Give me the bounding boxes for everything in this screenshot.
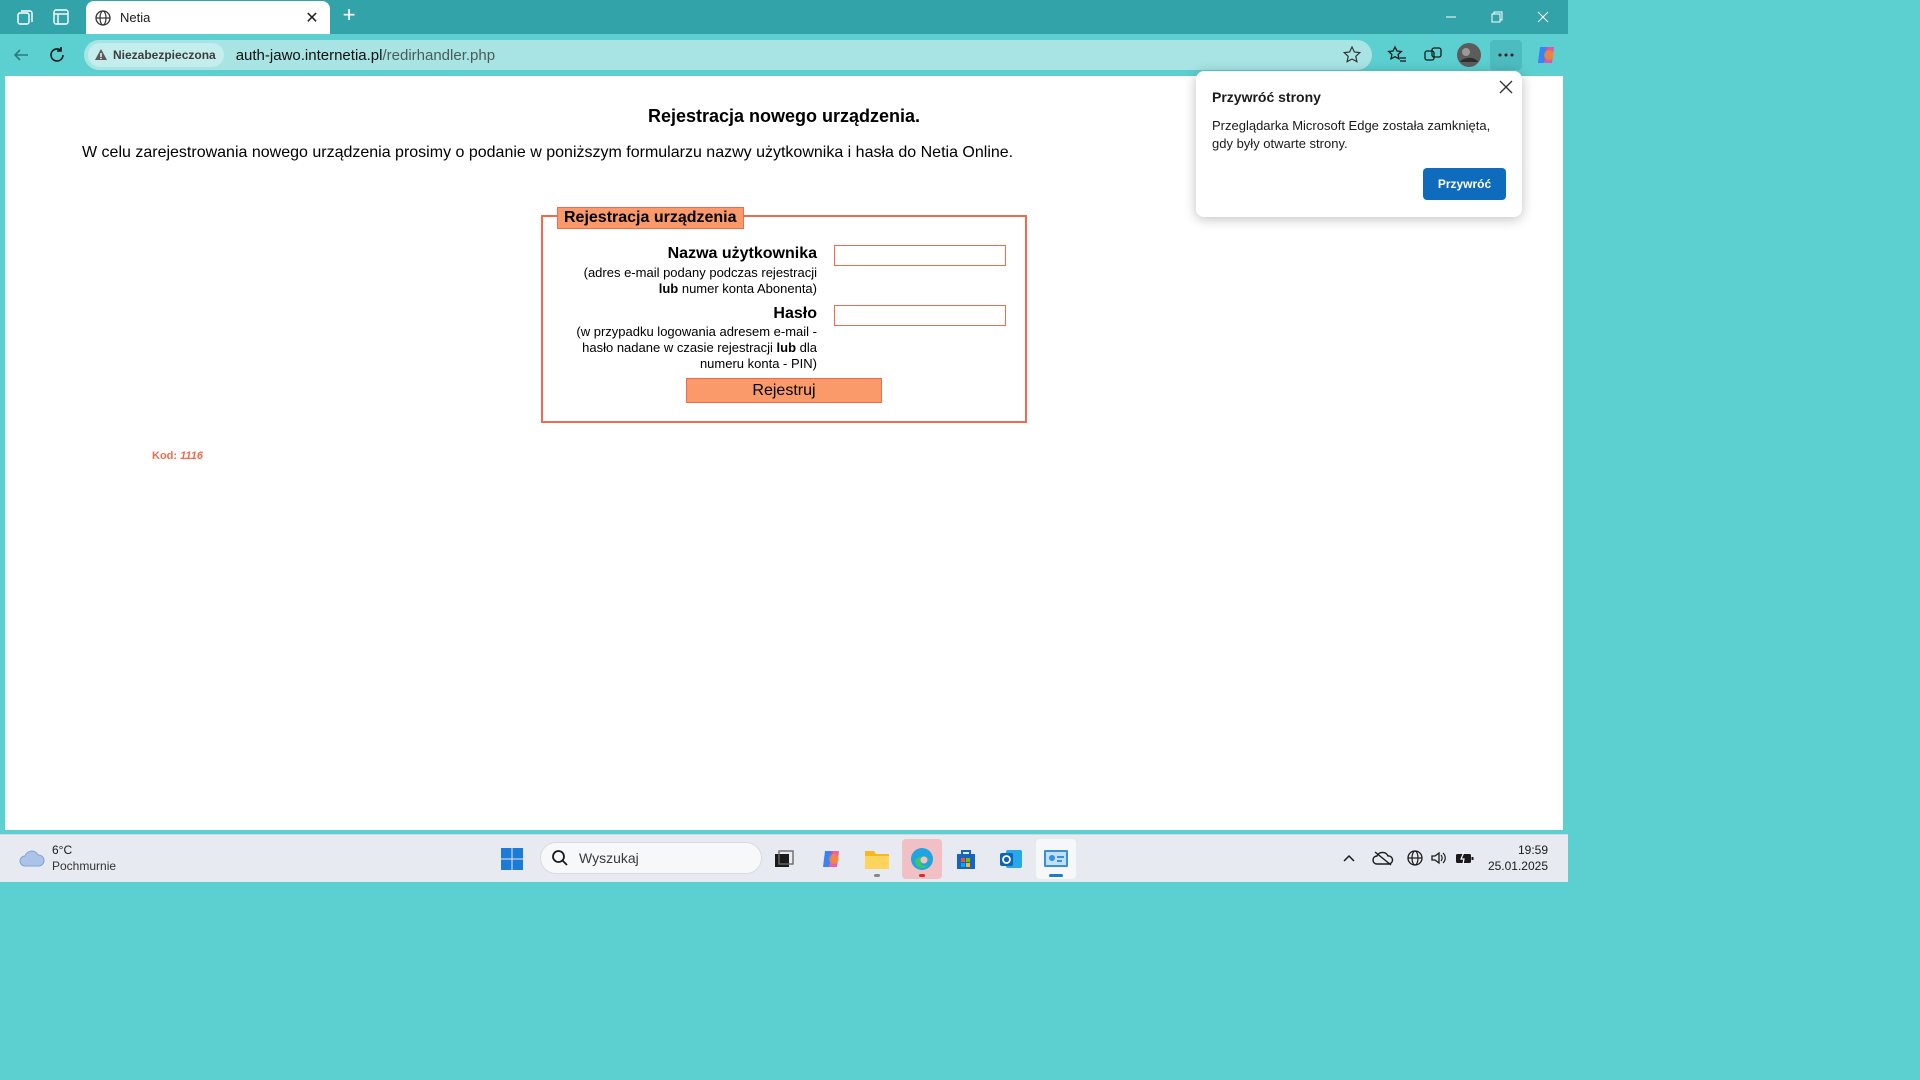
restore-button[interactable]: Przywróć	[1423, 168, 1506, 200]
weather-desc[interactable]: Pochmurnie	[52, 859, 116, 873]
intro-text: W celu zarejestrowania nowego urządzenia…	[82, 144, 1014, 161]
reload-icon[interactable]	[44, 42, 70, 68]
taskbar-search[interactable]: Wyszukaj	[540, 842, 762, 874]
error-code: Kod: 1116	[152, 450, 203, 462]
window-close-icon[interactable]	[1520, 0, 1566, 34]
profile-avatar[interactable]	[1456, 42, 1482, 68]
cloud-icon[interactable]	[18, 847, 46, 869]
onedrive-offline-icon[interactable]	[1372, 847, 1394, 869]
navigation-bar: Niezabezpieczona auth-jawo.internetia.pl…	[0, 34, 1568, 76]
url-host: auth-jawo.internetia.pl	[235, 46, 383, 64]
close-icon[interactable]: ✕	[302, 8, 322, 28]
restore-pages-popup: Przywróć strony Przeglądarka Microsoft E…	[1196, 71, 1522, 217]
registration-form: Rejestracja urządzenia Nazwa użytkownika…	[541, 207, 1027, 423]
copilot-taskbar-icon[interactable]	[812, 839, 852, 879]
username-input[interactable]	[834, 245, 1006, 266]
clock-time[interactable]: 19:59	[1518, 843, 1548, 857]
security-badge[interactable]: Niezabezpieczona	[88, 43, 224, 67]
tab-actions-icon[interactable]	[50, 6, 72, 28]
warning-icon	[95, 49, 107, 60]
start-icon[interactable]	[492, 839, 532, 879]
globe-icon	[95, 9, 111, 26]
password-hint: (w przypadku logowania adresem e-mail - …	[576, 324, 817, 371]
title-bar: Netia ✕ +	[0, 0, 1568, 34]
weather-temp[interactable]: 6°C	[52, 843, 72, 857]
tab-netia[interactable]: Netia ✕	[86, 1, 330, 34]
collections-icon[interactable]	[1420, 42, 1446, 68]
edge-icon[interactable]	[902, 839, 942, 879]
workspaces-icon[interactable]	[14, 6, 36, 28]
popup-title: Przywróć strony	[1212, 89, 1321, 105]
password-label: Hasło	[773, 305, 817, 322]
popup-text: Przeglądarka Microsoft Edge została zamk…	[1212, 118, 1491, 151]
form-legend: Rejestracja urządzenia	[557, 207, 744, 229]
restore-icon[interactable]	[1474, 0, 1520, 34]
popup-close-icon[interactable]	[1498, 79, 1514, 95]
battery-icon[interactable]	[1454, 847, 1476, 869]
register-button[interactable]: Rejestruj	[686, 378, 882, 403]
url-path: /redirhandler.php	[382, 46, 496, 64]
search-icon	[552, 850, 568, 866]
more-icon[interactable]	[1490, 40, 1522, 70]
outlook-icon[interactable]	[991, 839, 1031, 879]
volume-icon[interactable]	[1428, 847, 1450, 869]
task-view-icon[interactable]	[764, 839, 804, 879]
minimize-icon[interactable]	[1428, 0, 1474, 34]
clock-date[interactable]: 25.01.2025	[1488, 859, 1548, 873]
file-explorer-icon[interactable]	[857, 839, 897, 879]
tab-title: Netia	[120, 10, 151, 25]
username-label: Nazwa użytkownika	[667, 245, 817, 262]
back-icon[interactable]	[8, 42, 34, 68]
username-hint: (adres e-mail podany podczas rejestracji…	[583, 265, 817, 296]
password-input[interactable]	[834, 305, 1006, 326]
taskbar: 6°C Pochmurnie Wyszukaj 19:59 25.01.2025	[0, 834, 1568, 882]
favorites-icon[interactable]	[1384, 42, 1410, 68]
chevron-up-icon[interactable]	[1338, 847, 1360, 869]
network-globe-icon[interactable]	[1404, 847, 1426, 869]
control-panel-icon[interactable]	[1036, 839, 1076, 879]
address-bar[interactable]: Niezabezpieczona auth-jawo.internetia.pl…	[84, 40, 1372, 70]
favorite-star-icon[interactable]	[1342, 45, 1362, 65]
copilot-icon[interactable]	[1534, 42, 1560, 68]
microsoft-store-icon[interactable]	[946, 839, 986, 879]
new-tab-icon[interactable]: +	[338, 4, 360, 27]
